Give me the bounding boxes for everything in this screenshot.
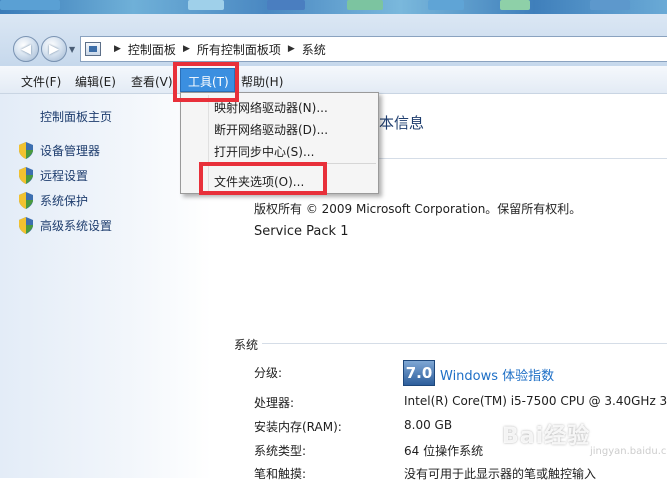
- watermark-url: jingyan.baidu.com: [590, 446, 667, 457]
- taskbar-tile: [0, 0, 60, 10]
- taskbar-tile: [590, 0, 630, 10]
- menu-help[interactable]: 帮助(H): [241, 73, 283, 90]
- divider: [379, 158, 667, 159]
- rating-score: 7.0: [405, 364, 433, 382]
- watermark-logo: Bai经验: [502, 424, 591, 449]
- taskbar-tile: [428, 0, 464, 10]
- address-bar[interactable]: ▶ 控制面板 ▶ 所有控制面板项 ▶ 系统: [80, 36, 667, 62]
- breadcrumb-system[interactable]: 系统: [302, 41, 326, 58]
- shield-icon: [18, 167, 34, 184]
- ram-value: 8.00 GB: [404, 418, 453, 432]
- sidebar-item-system-protection[interactable]: 系统保护: [18, 192, 88, 209]
- forward-button[interactable]: ▶: [41, 36, 67, 62]
- divider: [262, 343, 667, 344]
- experience-index-badge[interactable]: 7.0: [403, 360, 435, 386]
- shield-icon: [18, 217, 34, 234]
- menu-item-disconnect-drive[interactable]: 断开网络驱动器(D)...: [214, 121, 328, 138]
- menu-view[interactable]: 查看(V): [131, 73, 173, 90]
- taskbar-tile: [267, 0, 305, 10]
- highlight-folder-options: [199, 162, 327, 195]
- taskbar-tile: [500, 0, 530, 10]
- section-title: 系统: [234, 338, 259, 352]
- service-pack-text: Service Pack 1: [254, 224, 349, 239]
- ram-label: 安装内存(RAM):: [254, 420, 342, 434]
- rating-label: 分级:: [254, 366, 283, 380]
- sidebar-item-remote-settings[interactable]: 远程设置: [18, 167, 88, 184]
- chevron-right-icon[interactable]: ▶: [114, 44, 121, 54]
- system-type-label: 系统类型:: [254, 444, 307, 458]
- processor-value: Intel(R) Core(TM) i5-7500 CPU @ 3.40GHz …: [404, 394, 667, 408]
- sidebar-item-label: 设备管理器: [40, 144, 101, 158]
- menu-bar: 文件(F) 编辑(E) 查看(V) 帮助(H): [0, 66, 667, 94]
- chevron-right-icon[interactable]: ▶: [288, 44, 295, 54]
- page-heading: 本信息: [379, 114, 425, 132]
- menu-edit[interactable]: 编辑(E): [75, 73, 116, 90]
- menu-item-sync-center[interactable]: 打开同步中心(S)...: [214, 143, 314, 160]
- processor-label: 处理器:: [254, 396, 295, 410]
- sidebar-home-link[interactable]: 控制面板主页: [40, 108, 112, 125]
- chevron-right-icon[interactable]: ▶: [183, 44, 190, 54]
- control-panel-icon: [85, 42, 101, 56]
- sidebar-item-label: 高级系统设置: [40, 219, 113, 233]
- sidebar-item-label: 系统保护: [40, 194, 89, 208]
- system-type-value: 64 位操作系统: [404, 444, 484, 458]
- breadcrumb-control-panel[interactable]: 控制面板: [128, 41, 176, 58]
- taskbar-tile: [188, 0, 224, 10]
- sidebar-item-advanced-settings[interactable]: 高级系统设置: [18, 217, 112, 234]
- shield-icon: [18, 142, 34, 159]
- desktop-background: [0, 0, 667, 14]
- highlight-tools-menu: [173, 62, 239, 102]
- copyright-text: 版权所有 © 2009 Microsoft Corporation。保留所有权利…: [254, 202, 582, 216]
- shield-icon: [18, 192, 34, 209]
- recent-pages-dropdown-icon[interactable]: ▼: [69, 45, 78, 54]
- sidebar-item-device-manager[interactable]: 设备管理器: [18, 142, 100, 159]
- taskbar-tile: [347, 0, 383, 10]
- breadcrumb-all-items[interactable]: 所有控制面板项: [197, 41, 281, 58]
- menu-file[interactable]: 文件(F): [21, 73, 61, 90]
- pen-touch-value: 没有可用于此显示器的笔或触控输入: [404, 467, 597, 481]
- back-button[interactable]: ◀: [13, 36, 39, 62]
- navigation-bar: ◀ ▶ ▼ ▶ 控制面板 ▶ 所有控制面板项 ▶ 系统: [0, 14, 667, 66]
- sidebar-item-label: 远程设置: [40, 169, 89, 183]
- pen-touch-label: 笔和触摸:: [254, 467, 307, 481]
- windows-experience-index-link[interactable]: Windows 体验指数: [440, 365, 554, 384]
